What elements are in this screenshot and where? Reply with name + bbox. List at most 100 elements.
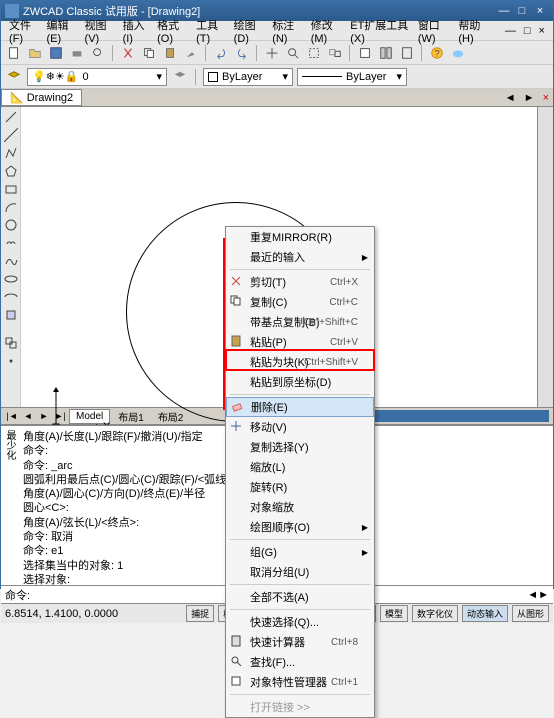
context-menu-item[interactable]: 旋转(R): [226, 477, 374, 497]
tab-nav-left[interactable]: ◄: [501, 92, 520, 104]
context-menu-item[interactable]: 组(G)▶: [226, 542, 374, 562]
layout1-tab[interactable]: 布局1: [112, 408, 150, 425]
context-menu-item[interactable]: 绘图顺序(O)▶: [226, 517, 374, 537]
context-menu-item[interactable]: 对象缩放: [226, 497, 374, 517]
context-menu-item[interactable]: 取消分组(U): [226, 562, 374, 582]
context-menu-item[interactable]: 缩放(L): [226, 457, 374, 477]
line-icon[interactable]: [3, 109, 19, 125]
xline-icon[interactable]: [3, 127, 19, 143]
menu-et[interactable]: ET扩展工具(X): [346, 15, 414, 47]
menu-insert[interactable]: 插入(I): [119, 15, 154, 47]
context-menu-label: 删除(E): [251, 399, 288, 415]
from-drawing-button[interactable]: 从图形: [512, 605, 549, 622]
tab-prev[interactable]: ◄: [21, 411, 35, 421]
redo-icon[interactable]: [233, 44, 251, 62]
save-icon[interactable]: [47, 44, 65, 62]
cloud-icon[interactable]: [449, 44, 467, 62]
minimize-button[interactable]: —: [495, 4, 513, 18]
doc-close-button[interactable]: ×: [535, 23, 549, 39]
layer-prev-icon[interactable]: [171, 68, 189, 86]
polygon-icon[interactable]: [3, 163, 19, 179]
maximize-button[interactable]: □: [513, 4, 531, 18]
cmd-nav-left[interactable]: ◄: [527, 589, 538, 601]
context-menu-item[interactable]: 最近的输入▶: [226, 247, 374, 267]
cmd-nav-right[interactable]: ►: [538, 589, 549, 601]
menu-window[interactable]: 窗口(W): [414, 15, 455, 47]
context-menu-item[interactable]: 带基点复制(B)Ctrl+Shift+C: [226, 312, 374, 332]
layer-dropdown[interactable]: 💡❄☀🔒 0 ▾: [27, 68, 167, 86]
context-menu-item[interactable]: 粘贴(P)Ctrl+V: [226, 332, 374, 352]
menu-file[interactable]: 文件(F): [5, 15, 43, 47]
open-icon[interactable]: [26, 44, 44, 62]
menu-tools[interactable]: 工具(T): [192, 15, 230, 47]
color-dropdown[interactable]: ByLayer▾: [203, 68, 293, 86]
ellipse-icon[interactable]: [3, 271, 19, 287]
print-icon[interactable]: [68, 44, 86, 62]
snap-button[interactable]: 捕捉: [186, 605, 214, 622]
pline-icon[interactable]: [3, 145, 19, 161]
zoom-prev-icon[interactable]: [326, 44, 344, 62]
menu-modify[interactable]: 修改(M): [307, 15, 347, 47]
layout2-tab[interactable]: 布局2: [152, 408, 190, 425]
match-icon[interactable]: [182, 44, 200, 62]
new-icon[interactable]: [5, 44, 23, 62]
menu-draw[interactable]: 绘图(D): [230, 15, 269, 47]
menu-help[interactable]: 帮助(H): [454, 15, 493, 47]
pan-icon[interactable]: [263, 44, 281, 62]
context-menu-item[interactable]: 粘贴为块(K)Ctrl+Shift+V: [226, 352, 374, 372]
context-menu-item[interactable]: 剪切(T)Ctrl+X: [226, 272, 374, 292]
zoom-icon[interactable]: [284, 44, 302, 62]
context-menu-item[interactable]: 查找(F)...: [226, 652, 374, 672]
menu-format[interactable]: 格式(O): [153, 15, 192, 47]
context-menu-item[interactable]: 移动(V): [226, 417, 374, 437]
document-tab-drawing2[interactable]: 📐 Drawing2: [1, 89, 82, 106]
ellipse-arc-icon[interactable]: [3, 289, 19, 305]
insert-block-icon[interactable]: [3, 307, 19, 323]
arc-icon[interactable]: [3, 199, 19, 215]
context-menu-item[interactable]: 粘贴到原坐标(D): [226, 372, 374, 392]
zoom-window-icon[interactable]: [305, 44, 323, 62]
context-menu-item[interactable]: 复制(C)Ctrl+C: [226, 292, 374, 312]
layer-manager-icon[interactable]: [5, 68, 23, 86]
linetype-dropdown[interactable]: ByLayer▾: [297, 68, 407, 86]
context-menu-item[interactable]: 复制选择(Y): [226, 437, 374, 457]
revcloud-icon[interactable]: [3, 235, 19, 251]
preview-icon[interactable]: [89, 44, 107, 62]
dyn-input-button[interactable]: 动态输入: [462, 605, 508, 622]
paste-icon[interactable]: [161, 44, 179, 62]
context-menu-label: 复制选择(Y): [250, 439, 309, 455]
menu-edit[interactable]: 编辑(E): [43, 15, 81, 47]
tab-next[interactable]: ►: [37, 411, 51, 421]
context-menu-item[interactable]: 重复MIRROR(R): [226, 227, 374, 247]
properties-icon[interactable]: [356, 44, 374, 62]
rectangle-icon[interactable]: [3, 181, 19, 197]
design-center-icon[interactable]: [377, 44, 395, 62]
doc-restore-button[interactable]: □: [520, 23, 535, 39]
tool-palettes-icon[interactable]: [398, 44, 416, 62]
horizontal-scrollbar[interactable]: [369, 410, 549, 422]
menu-view[interactable]: 视图(V): [81, 15, 119, 47]
doc-minimize-button[interactable]: —: [501, 23, 520, 39]
make-block-icon[interactable]: [3, 335, 19, 351]
digitizer-button[interactable]: 数字化仪: [412, 605, 458, 622]
close-button[interactable]: ×: [531, 4, 549, 18]
copy-icon[interactable]: [140, 44, 158, 62]
cut-icon[interactable]: [119, 44, 137, 62]
move-icon: [230, 420, 244, 434]
vertical-scrollbar[interactable]: [537, 107, 553, 407]
tab-first[interactable]: |◄: [5, 411, 19, 421]
spline-icon[interactable]: [3, 253, 19, 269]
model-button[interactable]: 模型: [380, 605, 408, 622]
context-menu-item[interactable]: 快速计算器Ctrl+8: [226, 632, 374, 652]
context-menu-item[interactable]: 快速选择(Q)...: [226, 612, 374, 632]
menu-dimension[interactable]: 标注(N): [268, 15, 307, 47]
tab-nav-right[interactable]: ►: [520, 92, 539, 104]
context-menu-item[interactable]: 删除(E): [226, 397, 374, 417]
help-icon[interactable]: ?: [428, 44, 446, 62]
tab-close[interactable]: ×: [539, 92, 553, 104]
undo-icon[interactable]: [212, 44, 230, 62]
context-menu-item[interactable]: 对象特性管理器Ctrl+1: [226, 672, 374, 692]
point-icon[interactable]: [3, 353, 19, 369]
context-menu-item[interactable]: 全部不选(A): [226, 587, 374, 607]
circle-icon[interactable]: [3, 217, 19, 233]
